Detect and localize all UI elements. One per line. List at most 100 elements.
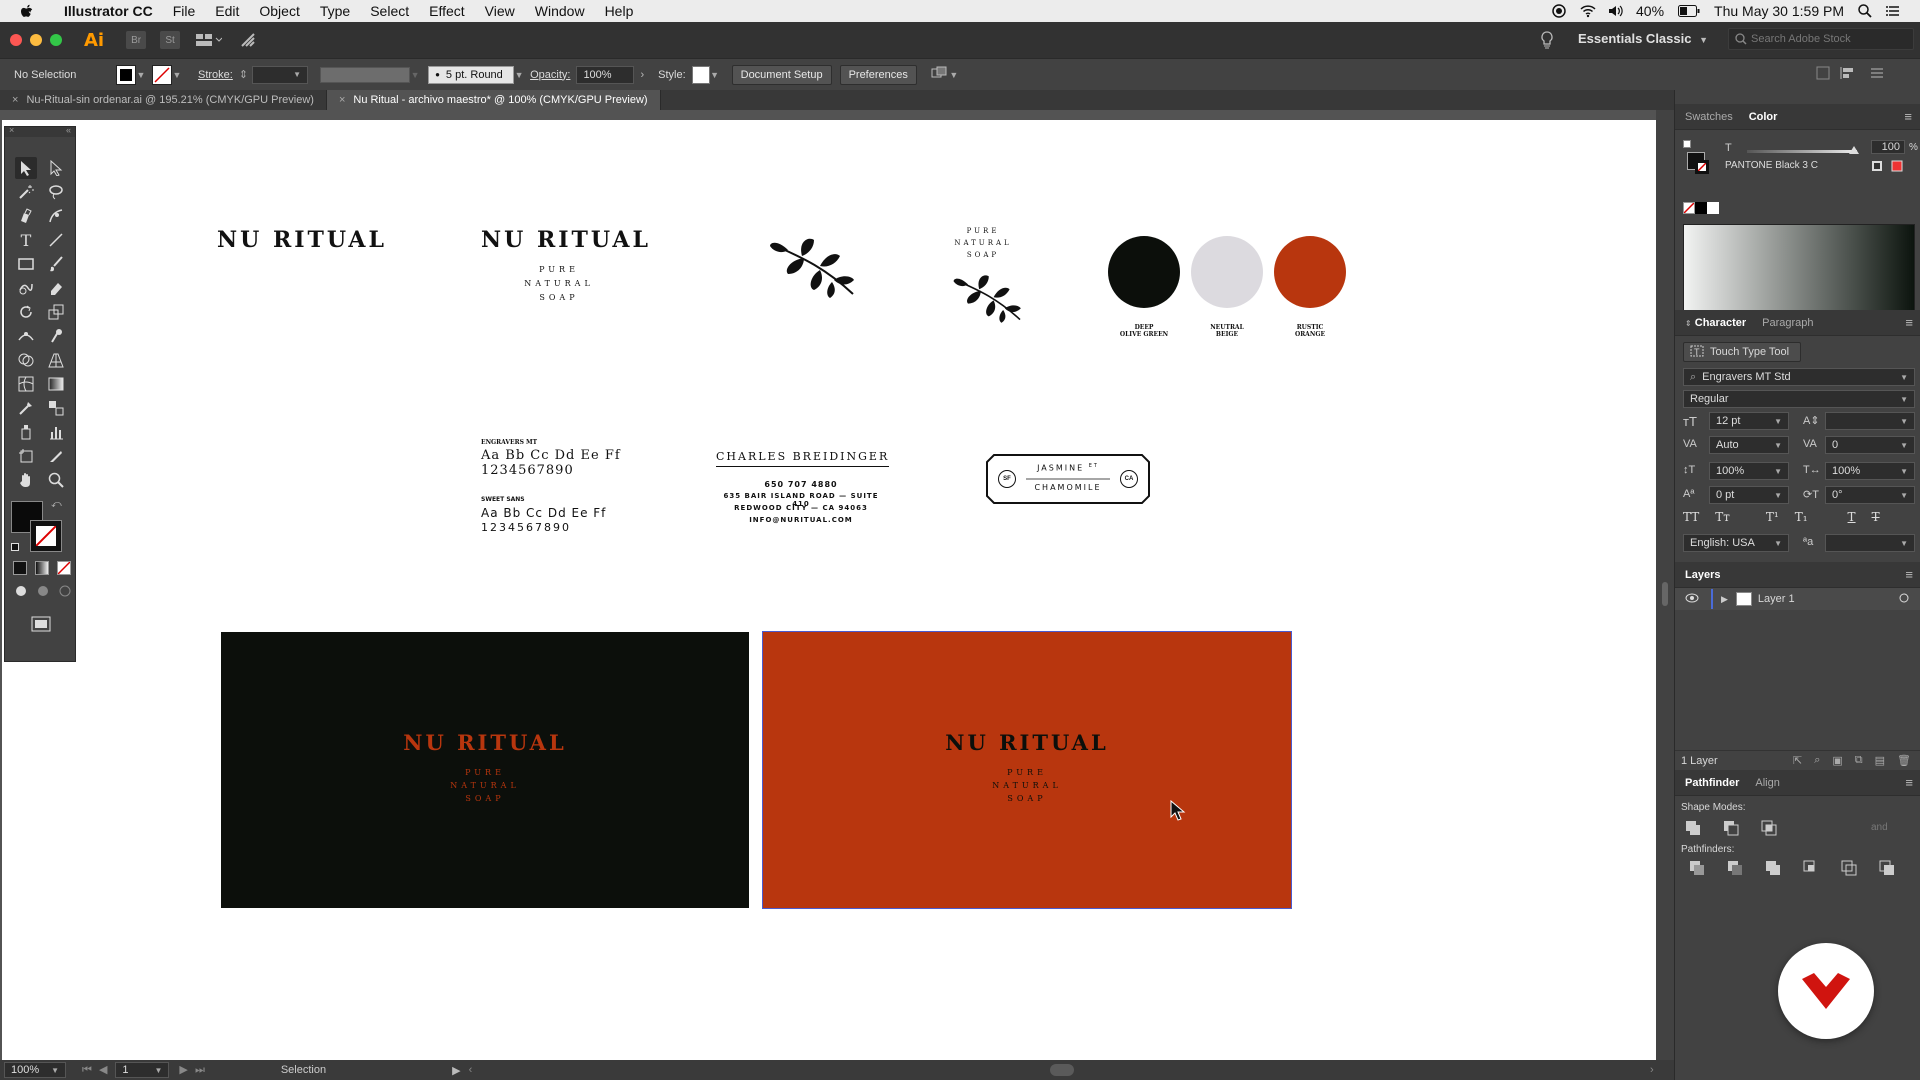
character-rotation-field[interactable]: 0° ▼ xyxy=(1825,486,1915,504)
tools-panel-grip[interactable]: × « xyxy=(5,125,75,137)
unite-icon[interactable] xyxy=(1685,820,1701,839)
expand-layer-icon[interactable]: ▶ xyxy=(1721,594,1728,605)
tab-align[interactable]: Align xyxy=(1755,777,1779,789)
small-caps-icon[interactable]: Tт xyxy=(1715,510,1730,524)
apple-icon[interactable] xyxy=(20,4,42,18)
contact-city[interactable]: REDWOOD CITY — CA 94063 xyxy=(716,504,886,512)
gpu-performance-icon[interactable] xyxy=(238,31,258,49)
draw-behind-icon[interactable] xyxy=(35,583,51,599)
blend-tool-icon[interactable] xyxy=(45,397,67,419)
tagline-block[interactable]: PURE NATURAL SOAP xyxy=(504,263,614,305)
product-label[interactable]: SF CA JASMINE ET CHAMOMILE xyxy=(986,454,1150,504)
preferences-button[interactable]: Preferences xyxy=(839,64,917,85)
contact-email[interactable]: INFO@NURITUAL.COM xyxy=(716,516,886,524)
canvas-area[interactable]: NU RITUAL NU RITUAL PURE NATURAL SOAP PU… xyxy=(0,110,1662,1060)
merge-icon[interactable] xyxy=(1765,860,1781,879)
language-field[interactable]: English: USA ▼ xyxy=(1683,534,1789,552)
type2-alphabet[interactable]: Aa Bb Cc Dd Ee Ff xyxy=(481,506,606,520)
tab-document-2[interactable]: × Nu Ritual - archivo maestro* @ 100% (CM… xyxy=(326,90,661,110)
stroke-label[interactable]: Stroke: xyxy=(198,69,233,81)
window-minimize-button[interactable] xyxy=(30,34,42,46)
default-colors-icon[interactable] xyxy=(1683,140,1691,148)
menu-app-name[interactable]: Illustrator CC xyxy=(54,3,163,19)
swap-fill-stroke-icon[interactable]: ⤺ xyxy=(51,499,62,510)
slice-tool-icon[interactable] xyxy=(45,445,67,467)
color-swatch-rustic-orange[interactable] xyxy=(1274,236,1346,308)
mesh-tool-icon[interactable] xyxy=(15,373,37,395)
color-swatch-deep-olive[interactable] xyxy=(1108,236,1180,308)
puppet-warp-tool-icon[interactable] xyxy=(45,325,67,347)
color-stroke-proxy[interactable] xyxy=(1695,160,1709,174)
menu-effect[interactable]: Effect xyxy=(419,3,475,19)
selection-tool-icon[interactable] xyxy=(15,157,37,179)
lightbulb-icon[interactable] xyxy=(1540,31,1554,52)
contact-name[interactable]: CHARLES BREIDINGER xyxy=(716,450,890,467)
panel-menu-icon[interactable]: ≡ xyxy=(1905,315,1913,330)
screen-mode-icon[interactable] xyxy=(29,615,53,633)
spotlight-search-icon[interactable] xyxy=(1858,4,1872,18)
web-safe-icon[interactable] xyxy=(1891,160,1903,175)
minus-back-icon[interactable] xyxy=(1879,860,1895,879)
panel-menu-icon[interactable]: ≡ xyxy=(1904,109,1912,124)
menubar-clock[interactable]: Thu May 30 1:59 PM xyxy=(1714,3,1844,19)
graphic-style-swatch[interactable] xyxy=(691,65,710,84)
strikethrough-icon[interactable]: T xyxy=(1872,510,1880,524)
scroll-left-icon[interactable]: ‹ xyxy=(469,1064,473,1076)
divide-icon[interactable] xyxy=(1689,860,1705,879)
zoom-tool-icon[interactable] xyxy=(45,469,67,491)
logo-wordmark[interactable]: NU RITUAL xyxy=(217,227,387,253)
leading-field[interactable]: ▼ xyxy=(1825,412,1915,430)
arrange-icon[interactable] xyxy=(931,66,949,83)
vertical-scrollbar[interactable] xyxy=(1656,110,1674,1060)
profile-dropdown-icon[interactable]: ▼ xyxy=(410,70,420,80)
menu-help[interactable]: Help xyxy=(595,3,644,19)
eyedropper-tool-icon[interactable] xyxy=(15,397,37,419)
out-of-gamut-icon[interactable] xyxy=(1871,160,1883,175)
type1-name[interactable]: ENGRAVERS MT xyxy=(481,439,537,446)
menu-window[interactable]: Window xyxy=(525,3,595,19)
wifi-icon[interactable] xyxy=(1580,4,1596,18)
line-tool-icon[interactable] xyxy=(45,229,67,251)
rotate-tool-icon[interactable] xyxy=(15,301,37,323)
color-mode-button[interactable] xyxy=(13,561,27,575)
pen-tool-icon[interactable] xyxy=(15,205,37,227)
new-sublayer-icon[interactable]: ⧉ xyxy=(1855,754,1863,767)
tint-slider-track[interactable] xyxy=(1747,150,1857,153)
vertical-scale-field[interactable]: 100% ▼ xyxy=(1709,462,1789,480)
symbol-sprayer-tool-icon[interactable] xyxy=(15,421,37,443)
business-card-dark[interactable]: NU RITUAL PURE NATURAL SOAP xyxy=(221,632,749,908)
menu-type[interactable]: Type xyxy=(310,3,360,19)
export-icon[interactable]: ⇱ xyxy=(1793,754,1802,767)
magic-wand-tool-icon[interactable] xyxy=(15,181,37,203)
opacity-label[interactable]: Opacity: xyxy=(530,69,570,81)
panel-menu-icon[interactable]: ≡ xyxy=(1905,567,1913,582)
arrange-dropdown-icon[interactable]: ▼ xyxy=(949,70,959,80)
tab-pathfinder[interactable]: Pathfinder xyxy=(1685,777,1739,789)
opacity-arrow-icon[interactable]: › xyxy=(640,69,644,81)
all-caps-icon[interactable]: TT xyxy=(1683,510,1699,524)
type1-numbers[interactable]: 1234567890 xyxy=(481,463,574,478)
close-tab-icon[interactable]: × xyxy=(339,94,345,106)
artboard-tool-icon[interactable] xyxy=(15,445,37,467)
tint-slider-thumb[interactable] xyxy=(1849,146,1859,154)
color-white-chip[interactable] xyxy=(1707,202,1719,214)
control-bar-menu-icon[interactable] xyxy=(1870,67,1884,82)
scrollbar-thumb[interactable] xyxy=(1662,582,1668,606)
brush-dropdown-icon[interactable]: ▼ xyxy=(514,70,524,80)
expand-button-label[interactable]: and xyxy=(1871,822,1888,833)
brush-definition[interactable]: ● 5 pt. Round xyxy=(428,65,515,84)
stroke-weight-field[interactable]: ▼ xyxy=(252,65,309,84)
tab-color[interactable]: Color xyxy=(1749,111,1778,123)
olive-branch-icon[interactable] xyxy=(768,236,858,301)
anti-aliasing-field[interactable]: ▼ xyxy=(1825,534,1915,552)
direct-selection-tool-icon[interactable] xyxy=(45,157,67,179)
screen-record-icon[interactable] xyxy=(1552,4,1566,18)
horizontal-scale-field[interactable]: 100% ▼ xyxy=(1825,462,1915,480)
olive-branch-small-icon[interactable] xyxy=(952,272,1024,327)
kerning-field[interactable]: Auto ▼ xyxy=(1709,436,1789,454)
panel-menu-icon[interactable]: ≡ xyxy=(1905,775,1913,790)
color-black-chip[interactable] xyxy=(1695,202,1707,214)
column-graph-tool-icon[interactable] xyxy=(45,421,67,443)
outline-icon[interactable] xyxy=(1841,860,1857,879)
stroke-stepper-icon[interactable]: ⇕ xyxy=(239,68,248,81)
